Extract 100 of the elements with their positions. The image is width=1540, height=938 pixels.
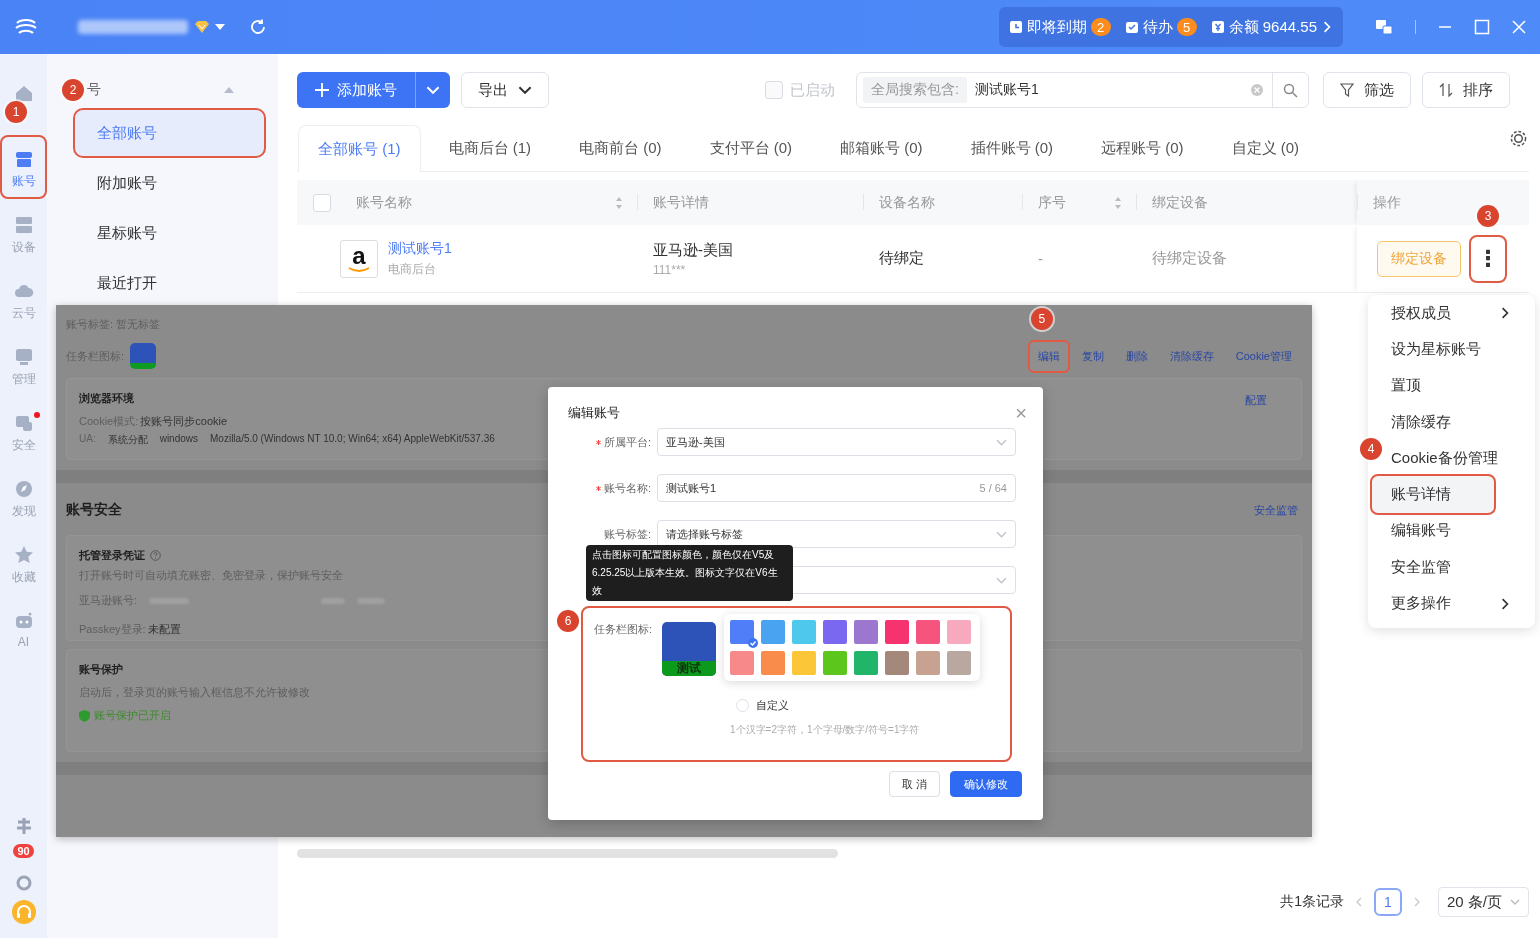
clear-icon[interactable] [1250, 83, 1264, 97]
column-header: 设备名称 [879, 193, 935, 212]
caret-icon [215, 23, 225, 31]
sidebar-item[interactable]: 星标账号 [75, 210, 264, 256]
table-cell: - [1038, 250, 1043, 267]
maximize-icon[interactable] [1474, 19, 1490, 35]
tab[interactable]: 插件账号 (0) [950, 125, 1073, 171]
tab[interactable]: 电商前台 (0) [559, 125, 682, 171]
hint-text: 1个汉字=2字符，1个字母/数字/符号=1字符 [730, 723, 920, 737]
card-title: 浏览器环境 [79, 391, 134, 406]
table-cell: 待绑定 [879, 249, 924, 268]
color-swatch[interactable] [792, 620, 816, 644]
input-value: 测试账号1 [666, 480, 718, 496]
count-badge: 2 [1090, 18, 1111, 36]
refresh-icon[interactable] [249, 18, 267, 36]
sidebar-item[interactable]: 最近打开 [75, 260, 264, 306]
step-number-badge: 2 [62, 79, 84, 101]
confirm-button[interactable]: 确认修改 [950, 771, 1022, 797]
page-button[interactable]: 1 [1373, 888, 1402, 916]
collapse-caret-icon[interactable] [224, 87, 234, 93]
add-account-button[interactable]: 添加账号 [297, 72, 415, 108]
checkbox[interactable] [765, 81, 783, 99]
section-title: 账号安全 [66, 501, 122, 519]
horizontal-scrollbar[interactable] [297, 849, 838, 858]
tooltip: 点击图标可配置图标颜色，颜色仅在V5及6.25.25以上版本生效。图标文字仅在V6生效 [586, 545, 793, 601]
menu-item[interactable]: 设为星标账号 [1372, 331, 1531, 368]
color-swatch[interactable] [730, 651, 754, 675]
search-field[interactable]: 全局搜索包含: 测试账号1 [856, 72, 1309, 108]
more-button[interactable]: ⋮ [1471, 236, 1505, 281]
taskbar-icon-preview[interactable]: 测试 [662, 622, 716, 676]
shield-check-icon [79, 709, 90, 722]
color-swatch[interactable] [761, 651, 785, 675]
color-swatch[interactable] [947, 651, 971, 675]
status-text: 账号保护已开启 [94, 708, 171, 723]
menu-item[interactable]: 置顶 [1372, 367, 1531, 404]
menu-item[interactable]: 安全监管 [1372, 549, 1531, 586]
nav-item[interactable]: 账号 [2, 137, 45, 197]
tab[interactable]: 自定义 (0) [1211, 125, 1319, 171]
placeholder-text: 请选择账号标签 [666, 526, 744, 542]
settings-icon[interactable] [1510, 130, 1527, 147]
select-all-checkbox[interactable] [313, 193, 331, 212]
page-size-select[interactable]: 20 条/页 [1437, 887, 1529, 917]
tab[interactable]: 远程账号 (0) [1081, 125, 1204, 171]
tab[interactable]: 电商后台 (1) [428, 125, 551, 171]
color-swatch[interactable] [761, 620, 785, 644]
sort-icon[interactable] [1114, 195, 1122, 210]
chevron-right-icon [1321, 21, 1333, 33]
color-swatch[interactable] [885, 651, 909, 675]
tab[interactable]: 全部账号 (1) [298, 125, 421, 172]
field-label: 所属平台: [603, 435, 651, 448]
color-swatch[interactable] [854, 620, 878, 644]
sort-icon[interactable] [615, 195, 623, 210]
color-swatch[interactable] [823, 651, 847, 675]
calendar-icon [1124, 20, 1139, 34]
step-number-badge: 6 [557, 610, 579, 632]
filter-button[interactable]: 筛选 [1323, 72, 1411, 108]
pin-window-icon[interactable] [1375, 19, 1393, 35]
section-title: 号 [87, 81, 101, 99]
color-swatch[interactable] [854, 651, 878, 675]
status-label: 待办 [1142, 17, 1173, 37]
platform-logo: a [340, 239, 378, 278]
headset-icon[interactable] [11, 900, 36, 924]
tab[interactable]: 支付平台 (0) [689, 125, 812, 171]
nav-item[interactable]: 1 [0, 68, 47, 134]
color-swatch[interactable] [916, 651, 940, 675]
menu-item[interactable]: 更多操作 [1372, 585, 1531, 622]
color-swatch[interactable] [885, 620, 909, 644]
help-icon [150, 550, 161, 561]
cancel-button[interactable]: 取 消 [888, 771, 940, 797]
color-swatch[interactable] [823, 620, 847, 644]
menu-item[interactable]: 授权成员 [1372, 295, 1531, 332]
menu-item[interactable]: 清除缓存 [1372, 403, 1531, 441]
add-dropdown-button[interactable] [415, 72, 450, 108]
column-header: 账号详情 [653, 193, 709, 212]
search-icon[interactable] [1283, 82, 1298, 98]
color-swatch[interactable] [916, 620, 940, 644]
account-name-link[interactable]: 测试账号1 [388, 239, 452, 258]
menu-item[interactable]: 账号详情 [1372, 476, 1494, 513]
filter-icon [1340, 83, 1354, 97]
field-value: 未配置 [147, 622, 181, 637]
notification-badge[interactable]: 90 [13, 844, 34, 858]
field-label: 任务栏图标: [594, 622, 654, 637]
input-field[interactable]: 测试账号1 5 / 64 [657, 474, 1016, 502]
close-icon[interactable] [1512, 20, 1526, 34]
clock-icon [1008, 20, 1023, 34]
category-text: 电商后台 [388, 260, 437, 278]
menu-item[interactable]: 编辑账号 [1372, 512, 1531, 550]
column-header: 绑定设备 [1152, 193, 1208, 212]
record-count: 共1条记录 [1280, 893, 1344, 911]
tab[interactable]: 邮箱账号 (0) [820, 125, 943, 171]
sort-button[interactable]: 排序 [1422, 72, 1510, 108]
color-swatch[interactable] [947, 620, 971, 644]
sidebar-item[interactable]: 附加账号 [75, 160, 264, 206]
character-counter: 5 / 64 [979, 482, 1007, 494]
check-icon [748, 638, 758, 648]
select-field[interactable]: 亚马逊-美国 [657, 428, 1016, 456]
export-button[interactable]: 导出 [461, 72, 549, 108]
color-swatch[interactable] [792, 651, 816, 675]
plus-icon [315, 83, 329, 97]
dialog-title: 编辑账号 [568, 403, 620, 422]
